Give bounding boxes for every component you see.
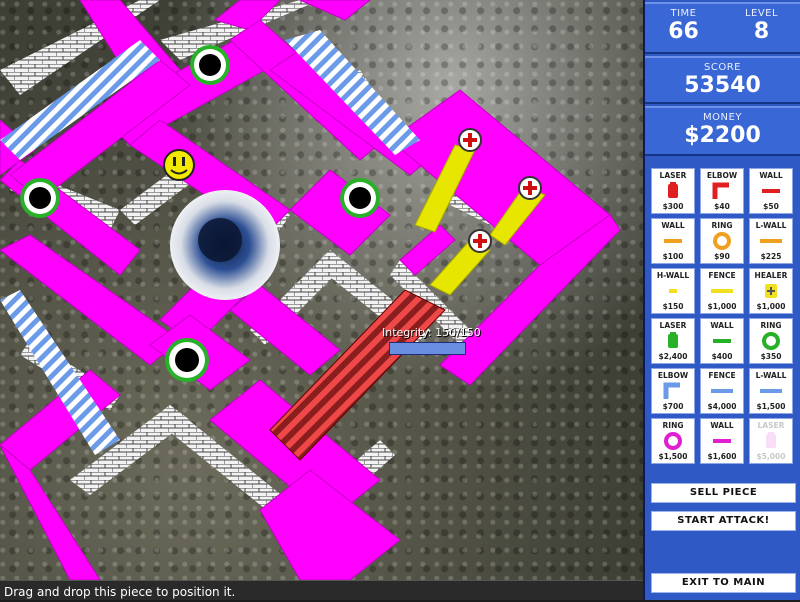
- integrity-label: Integrity: 150/150: [382, 326, 481, 339]
- shop-item-h-wall[interactable]: H-WALL $150: [651, 268, 695, 314]
- time-value: 66: [668, 19, 699, 44]
- shop-item-price: $1,000: [707, 302, 737, 311]
- elbow-icon: [701, 180, 743, 202]
- shop-item-name: L-WALL: [755, 221, 787, 230]
- sell-piece-button[interactable]: SELL PIECE: [651, 483, 796, 503]
- shop-item-laser[interactable]: LASER $2,400: [651, 318, 695, 364]
- shop-item-l-wall[interactable]: L-WALL $1,500: [749, 368, 793, 414]
- shop-item-name: RING: [711, 221, 733, 230]
- shop-item-fence[interactable]: FENCE $1,000: [700, 268, 744, 314]
- shop-item-ring[interactable]: RING $90: [700, 218, 744, 264]
- shop-item-price: $1,500: [658, 452, 688, 461]
- exit-to-main-button[interactable]: EXIT TO MAIN: [651, 573, 796, 593]
- shop-item-elbow[interactable]: ELBOW $700: [651, 368, 695, 414]
- shop-item-price: $1,600: [707, 452, 737, 461]
- vortex-core: [170, 190, 280, 300]
- shop-item-name: L-WALL: [755, 371, 787, 380]
- shop-item-name: FENCE: [708, 271, 736, 280]
- shop-item-price: $2,400: [658, 352, 688, 361]
- start-attack-button[interactable]: START ATTACK!: [651, 511, 796, 531]
- shop-item-name: ELBOW: [657, 371, 689, 380]
- money-box: MONEY $2200: [645, 106, 800, 156]
- shop-item-price: $300: [662, 202, 684, 211]
- shop-item-name: RING: [662, 421, 684, 430]
- long-wall-icon: [750, 230, 792, 252]
- shop-item-name: WALL: [710, 421, 734, 430]
- level-value: 8: [753, 19, 770, 44]
- shop-item-wall[interactable]: WALL $400: [700, 318, 744, 364]
- integrity-bar: [389, 342, 466, 355]
- shop-item-name: WALL: [710, 321, 734, 330]
- shop-item-price: $4,000: [707, 402, 737, 411]
- shop-item-name: H-WALL: [656, 271, 690, 280]
- shop-item-price: $150: [662, 302, 684, 311]
- half-wall-icon: [652, 280, 694, 302]
- time-label: TIME: [670, 8, 697, 19]
- shop-item-laser: LASER $5,000: [749, 418, 793, 464]
- shop-item-wall[interactable]: WALL $100: [651, 218, 695, 264]
- shop-item-name: HEALER: [754, 271, 788, 280]
- shop-item-price: $1,500: [756, 402, 786, 411]
- laser-icon: [750, 430, 792, 452]
- shop-item-ring[interactable]: RING $350: [749, 318, 793, 364]
- shop-item-price: $100: [662, 252, 684, 261]
- long-wall-icon: [750, 380, 792, 402]
- wall-icon: [652, 230, 694, 252]
- smiley-enemy: [163, 149, 195, 181]
- shop-item-price: $400: [711, 352, 733, 361]
- shop-item-fence[interactable]: FENCE $4,000: [700, 368, 744, 414]
- score-box: SCORE 53540: [645, 56, 800, 104]
- status-text: Drag and drop this piece to position it.: [4, 585, 236, 599]
- ring-icon: [652, 430, 694, 452]
- ring-icon: [750, 330, 792, 352]
- healer-icon: [750, 280, 792, 302]
- shop-item-name: WALL: [759, 171, 783, 180]
- shop-item-l-wall[interactable]: L-WALL $225: [749, 218, 793, 264]
- board-scene[interactable]: [0, 0, 643, 580]
- money-label: MONEY: [703, 112, 742, 123]
- status-bar: Drag and drop this piece to position it.: [0, 580, 643, 600]
- money-value: $2200: [684, 123, 761, 148]
- shop-item-price: $350: [760, 352, 782, 361]
- side-panel: TIME 66 LEVEL 8 SCORE 53540 MONEY $2200 …: [643, 0, 800, 600]
- shop-item-laser[interactable]: LASER $300: [651, 168, 695, 214]
- shop-item-name: LASER: [757, 421, 785, 430]
- shop-item-wall[interactable]: WALL $50: [749, 168, 793, 214]
- score-value: 53540: [684, 73, 761, 98]
- shop-item-price: $90: [714, 252, 730, 261]
- shop-item-price: $50: [763, 202, 779, 211]
- game-board[interactable]: Integrity: 150/150: [0, 0, 643, 580]
- shop-item-price: $5,000: [756, 452, 786, 461]
- ring-icon: [701, 230, 743, 252]
- integrity-indicator: Integrity: 150/150: [382, 326, 492, 355]
- wall-icon: [750, 180, 792, 202]
- shop-item-price: $700: [662, 402, 684, 411]
- shop-item-wall[interactable]: WALL $1,600: [700, 418, 744, 464]
- shop-item-name: ELBOW: [706, 171, 738, 180]
- level-label: LEVEL: [744, 8, 779, 19]
- elbow-icon: [652, 380, 694, 402]
- wall-icon: [701, 330, 743, 352]
- wall-icon: [701, 430, 743, 452]
- shop-item-price: $1,000: [756, 302, 786, 311]
- time-level-box: TIME 66 LEVEL 8: [645, 2, 800, 54]
- laser-icon: [652, 330, 694, 352]
- score-label: SCORE: [704, 62, 741, 73]
- shop-item-name: FENCE: [708, 371, 736, 380]
- shop-item-name: RING: [760, 321, 782, 330]
- shop-item-price: $40: [714, 202, 730, 211]
- shop-item-healer[interactable]: HEALER $1,000: [749, 268, 793, 314]
- shop-item-price: $225: [760, 252, 782, 261]
- shop-item-ring[interactable]: RING $1,500: [651, 418, 695, 464]
- fence-icon: [701, 380, 743, 402]
- shop-item-elbow[interactable]: ELBOW $40: [700, 168, 744, 214]
- shop-item-name: WALL: [661, 221, 685, 230]
- laser-icon: [652, 180, 694, 202]
- shop-item-name: LASER: [659, 171, 687, 180]
- fence-icon: [701, 280, 743, 302]
- shop-item-name: LASER: [659, 321, 687, 330]
- integrity-bar-fill: [390, 343, 465, 354]
